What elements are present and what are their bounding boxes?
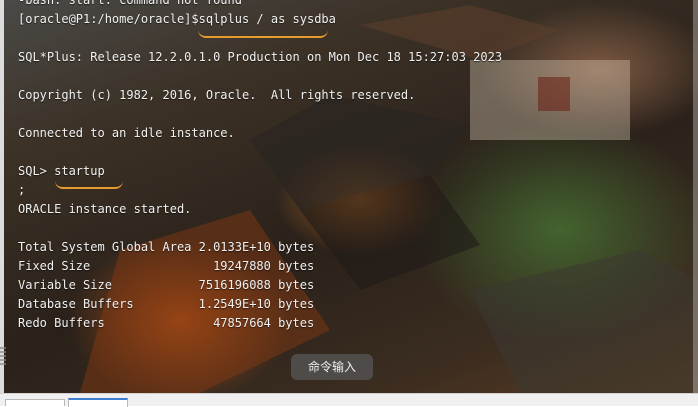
sqlplus-annotation-underline	[198, 30, 328, 38]
startup-annotation-underline	[55, 181, 123, 189]
output-line: Variable Size 7516196088 bytes	[18, 278, 315, 292]
output-line: Redo Buffers 47857664 bytes	[18, 316, 315, 330]
output-line: Total System Global Area 2.0133E+10 byte…	[18, 240, 315, 254]
roof-shape-right	[470, 250, 698, 393]
session-tab-active[interactable]	[68, 398, 128, 407]
output-line: ORACLE instance started.	[18, 202, 192, 216]
output-line: [oracle@P1:/home/oracle]$sqlplus / as sy…	[18, 12, 336, 26]
output-line: Copyright (c) 1982, 2016, Oracle. All ri…	[18, 88, 416, 102]
window-left-edge	[0, 0, 4, 393]
output-line: Fixed Size 19247880 bytes	[18, 259, 315, 273]
output-line: SQL*Plus: Release 12.2.0.1.0 Production …	[18, 50, 503, 64]
output-line: Database Buffers 1.2549E+10 bytes	[18, 297, 315, 311]
terminal-output: -bash: start: command not found [oracle@…	[18, 0, 502, 333]
command-input-button[interactable]: 命令输入	[291, 354, 373, 380]
output-line: SQL> startup	[18, 164, 105, 178]
window-frame	[538, 77, 570, 111]
output-line: -bash: start: command not found	[18, 0, 242, 7]
resize-grip-icon[interactable]	[0, 345, 6, 365]
terminal-window[interactable]: -bash: start: command not found [oracle@…	[0, 0, 698, 393]
output-line: Connected to an idle instance.	[18, 126, 235, 140]
scrollbar[interactable]	[693, 0, 698, 393]
